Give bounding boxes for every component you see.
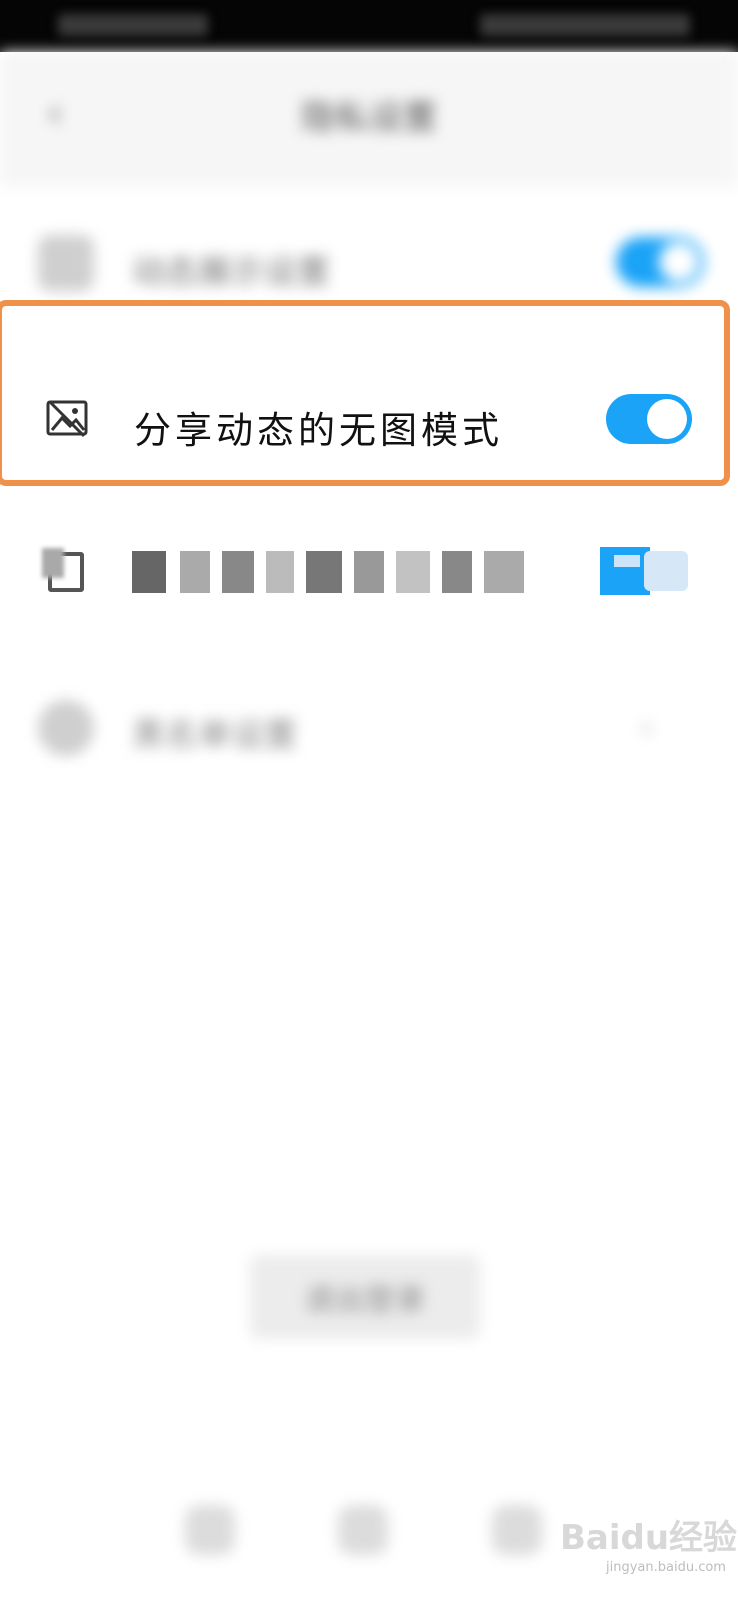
tab-icon[interactable] [185, 1505, 235, 1555]
chevron-right-icon: › [640, 708, 654, 748]
highlight-box [0, 300, 730, 486]
status-bar-right-info [480, 14, 690, 36]
status-bar-left-info [58, 14, 208, 36]
toggle-switch[interactable] [606, 394, 692, 444]
toggle-knob [647, 399, 687, 439]
baidu-watermark: Baidu经验 [560, 1518, 738, 1558]
tab-icon[interactable] [338, 1505, 388, 1555]
document-icon [42, 548, 90, 596]
logout-button[interactable]: 退出登录 [250, 1255, 480, 1339]
image-icon [38, 235, 94, 291]
setting-label: 动态展示设置 [132, 252, 330, 291]
toggle-switch[interactable] [600, 547, 692, 595]
watermark-url: jingyan.baidu.com [606, 1560, 726, 1575]
setting-row-feed-display[interactable]: 动态展示设置 [0, 215, 738, 310]
setting-label: 黑名单设置 [132, 715, 297, 754]
setting-row-blacklist[interactable]: 黑名单设置 › [0, 690, 738, 770]
page-title: 隐私设置 [301, 98, 437, 138]
setting-label: 分享动态的无图模式 [134, 409, 503, 452]
toggle-knob [659, 242, 699, 282]
navigation-bar: ‹ 隐私设置 [0, 52, 738, 187]
no-image-icon [46, 400, 88, 438]
circle-icon [38, 700, 94, 756]
tab-icon[interactable] [492, 1505, 542, 1555]
toggle-switch[interactable] [616, 237, 704, 287]
status-bar [0, 0, 738, 52]
